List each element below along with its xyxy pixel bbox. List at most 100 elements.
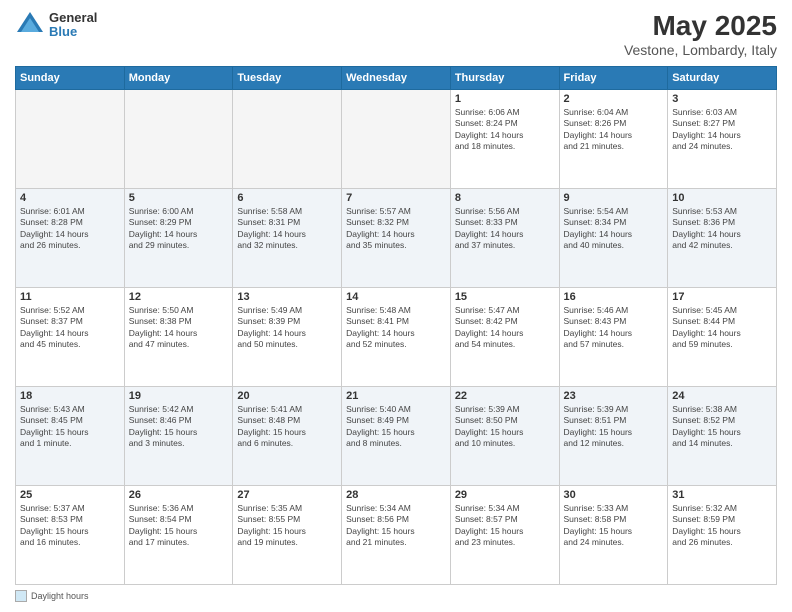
calendar-week-row: 18 Sunrise: 5:43 AM Sunset: 8:45 PM Dayli… [16,387,777,486]
day-number: 2 [564,93,664,105]
calendar-cell: 23 Sunrise: 5:39 AM Sunset: 8:51 PM Dayli… [559,387,668,486]
calendar-cell: 2 Sunrise: 6:04 AM Sunset: 8:26 PM Daylig… [559,90,668,189]
title-month: May 2025 [624,10,777,42]
day-number: 18 [20,390,120,402]
day-info: Sunrise: 5:53 AM Sunset: 8:36 PM Dayligh… [672,206,772,252]
calendar-day-header: Wednesday [342,67,451,90]
calendar-cell: 31 Sunrise: 5:32 AM Sunset: 8:59 PM Dayli… [668,486,777,585]
calendar-cell: 26Sunrise: 5:36 AM Sunset: 8:54 PM Dayli… [124,486,233,585]
day-info: Sunrise: 5:47 AM Sunset: 8:42 PM Dayligh… [455,305,555,351]
title-block: May 2025 Vestone, Lombardy, Italy [624,10,777,58]
day-number: 16 [564,291,664,303]
title-location: Vestone, Lombardy, Italy [624,42,777,58]
day-info: Sunrise: 5:52 AM Sunset: 8:37 PM Dayligh… [20,305,120,351]
day-number: 14 [346,291,446,303]
calendar-week-row: 11Sunrise: 5:52 AM Sunset: 8:37 PM Dayli… [16,288,777,387]
page: General Blue May 2025 Vestone, Lombardy,… [0,0,792,612]
day-number: 28 [346,489,446,501]
day-number: 13 [237,291,337,303]
day-info: Sunrise: 5:56 AM Sunset: 8:33 PM Dayligh… [455,206,555,252]
calendar-cell: 1 Sunrise: 6:06 AM Sunset: 8:24 PM Daylig… [450,90,559,189]
calendar-week-row: 25 Sunrise: 5:37 AM Sunset: 8:53 PM Dayli… [16,486,777,585]
daylight-legend-box [15,590,27,602]
day-number: 15 [455,291,555,303]
day-info: Sunrise: 5:58 AM Sunset: 8:31 PM Dayligh… [237,206,337,252]
day-number: 31 [672,489,772,501]
calendar-cell: 25 Sunrise: 5:37 AM Sunset: 8:53 PM Dayli… [16,486,125,585]
calendar-header-row: SundayMondayTuesdayWednesdayThursdayFrid… [16,67,777,90]
calendar-cell [342,90,451,189]
day-info: Sunrise: 5:50 AM Sunset: 8:38 PM Dayligh… [129,305,229,351]
day-number: 3 [672,93,772,105]
calendar-day-header: Thursday [450,67,559,90]
day-number: 7 [346,192,446,204]
day-number: 21 [346,390,446,402]
day-info: Sunrise: 5:48 AM Sunset: 8:41 PM Dayligh… [346,305,446,351]
day-info: Sunrise: 5:37 AM Sunset: 8:53 PM Dayligh… [20,503,120,549]
day-info: Sunrise: 6:04 AM Sunset: 8:26 PM Dayligh… [564,107,664,153]
calendar-cell: 29Sunrise: 5:34 AM Sunset: 8:57 PM Dayli… [450,486,559,585]
calendar-cell: 30Sunrise: 5:33 AM Sunset: 8:58 PM Dayli… [559,486,668,585]
day-number: 20 [237,390,337,402]
day-info: Sunrise: 5:41 AM Sunset: 8:48 PM Dayligh… [237,404,337,450]
day-number: 25 [20,489,120,501]
calendar-cell [124,90,233,189]
day-number: 17 [672,291,772,303]
calendar-day-header: Monday [124,67,233,90]
calendar-cell [16,90,125,189]
calendar-cell: 19 Sunrise: 5:42 AM Sunset: 8:46 PM Dayli… [124,387,233,486]
day-info: Sunrise: 6:01 AM Sunset: 8:28 PM Dayligh… [20,206,120,252]
calendar-cell: 5 Sunrise: 6:00 AM Sunset: 8:29 PM Daylig… [124,189,233,288]
logo-text: General Blue [49,11,97,40]
day-info: Sunrise: 5:34 AM Sunset: 8:56 PM Dayligh… [346,503,446,549]
calendar-cell: 20 Sunrise: 5:41 AM Sunset: 8:48 PM Dayli… [233,387,342,486]
day-number: 27 [237,489,337,501]
calendar-cell: 8Sunrise: 5:56 AM Sunset: 8:33 PM Daylig… [450,189,559,288]
day-info: Sunrise: 6:06 AM Sunset: 8:24 PM Dayligh… [455,107,555,153]
calendar-cell: 3 Sunrise: 6:03 AM Sunset: 8:27 PM Daylig… [668,90,777,189]
calendar-day-header: Saturday [668,67,777,90]
calendar-cell: 7Sunrise: 5:57 AM Sunset: 8:32 PM Daylig… [342,189,451,288]
day-number: 23 [564,390,664,402]
calendar-day-header: Sunday [16,67,125,90]
calendar-week-row: 4Sunrise: 6:01 AM Sunset: 8:28 PM Daylig… [16,189,777,288]
day-number: 5 [129,192,229,204]
day-number: 22 [455,390,555,402]
daylight-legend-label: Daylight hours [31,591,89,601]
logo: General Blue [15,10,97,40]
calendar-cell: 12 Sunrise: 5:50 AM Sunset: 8:38 PM Dayli… [124,288,233,387]
day-info: Sunrise: 5:40 AM Sunset: 8:49 PM Dayligh… [346,404,446,450]
calendar-cell: 17 Sunrise: 5:45 AM Sunset: 8:44 PM Dayli… [668,288,777,387]
logo-general: General [49,11,97,25]
day-info: Sunrise: 5:42 AM Sunset: 8:46 PM Dayligh… [129,404,229,450]
day-info: Sunrise: 6:03 AM Sunset: 8:27 PM Dayligh… [672,107,772,153]
day-info: Sunrise: 5:39 AM Sunset: 8:51 PM Dayligh… [564,404,664,450]
calendar-day-header: Tuesday [233,67,342,90]
calendar-cell: 14 Sunrise: 5:48 AM Sunset: 8:41 PM Dayli… [342,288,451,387]
day-info: Sunrise: 5:32 AM Sunset: 8:59 PM Dayligh… [672,503,772,549]
day-info: Sunrise: 5:38 AM Sunset: 8:52 PM Dayligh… [672,404,772,450]
calendar-cell: 22 Sunrise: 5:39 AM Sunset: 8:50 PM Dayli… [450,387,559,486]
day-info: Sunrise: 5:34 AM Sunset: 8:57 PM Dayligh… [455,503,555,549]
day-info: Sunrise: 5:39 AM Sunset: 8:50 PM Dayligh… [455,404,555,450]
calendar-cell: 16 Sunrise: 5:46 AM Sunset: 8:43 PM Dayli… [559,288,668,387]
calendar-cell: 4Sunrise: 6:01 AM Sunset: 8:28 PM Daylig… [16,189,125,288]
day-info: Sunrise: 5:45 AM Sunset: 8:44 PM Dayligh… [672,305,772,351]
day-number: 10 [672,192,772,204]
day-info: Sunrise: 5:43 AM Sunset: 8:45 PM Dayligh… [20,404,120,450]
calendar-cell: 15 Sunrise: 5:47 AM Sunset: 8:42 PM Dayli… [450,288,559,387]
calendar-day-header: Friday [559,67,668,90]
calendar-cell: 10 Sunrise: 5:53 AM Sunset: 8:36 PM Dayli… [668,189,777,288]
day-info: Sunrise: 5:46 AM Sunset: 8:43 PM Dayligh… [564,305,664,351]
day-info: Sunrise: 6:00 AM Sunset: 8:29 PM Dayligh… [129,206,229,252]
day-number: 6 [237,192,337,204]
day-info: Sunrise: 5:35 AM Sunset: 8:55 PM Dayligh… [237,503,337,549]
day-number: 9 [564,192,664,204]
day-number: 12 [129,291,229,303]
day-info: Sunrise: 5:49 AM Sunset: 8:39 PM Dayligh… [237,305,337,351]
header: General Blue May 2025 Vestone, Lombardy,… [15,10,777,58]
day-info: Sunrise: 5:33 AM Sunset: 8:58 PM Dayligh… [564,503,664,549]
calendar-cell: 28 Sunrise: 5:34 AM Sunset: 8:56 PM Dayli… [342,486,451,585]
day-number: 19 [129,390,229,402]
day-number: 1 [455,93,555,105]
